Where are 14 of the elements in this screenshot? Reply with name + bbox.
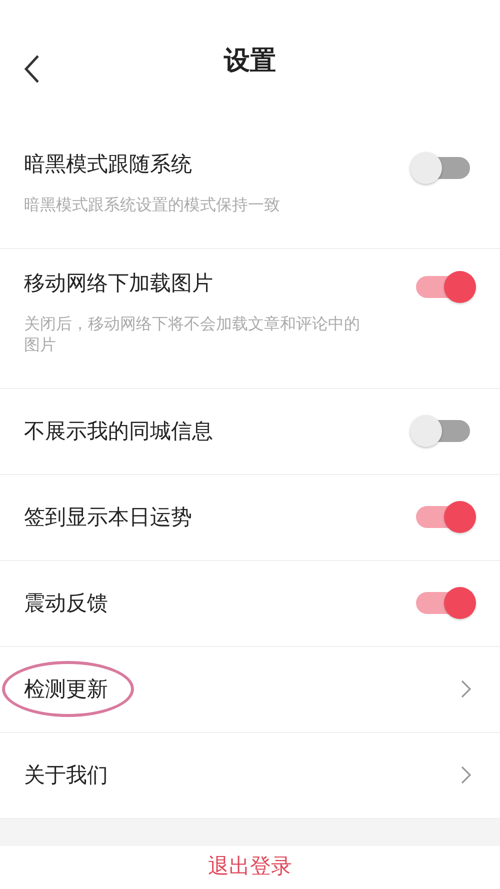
setting-label: 签到显示本日运势 (24, 504, 192, 532)
setting-label: 不展示我的同城信息 (24, 418, 213, 446)
setting-label: 震动反馈 (24, 590, 108, 618)
setting-label[interactable]: 检测更新 (24, 675, 108, 704)
back-icon[interactable] (22, 54, 42, 84)
setting-label: 移动网络下加载图片 (24, 270, 213, 297)
chevron-right-icon (460, 765, 472, 786)
setting-description: 暗黑模式跟系统设置的模式保持一致 (24, 194, 281, 216)
chevron-right-icon (460, 679, 472, 700)
page-title: 设置 (224, 44, 276, 78)
setting-label[interactable]: 关于我们 (24, 761, 108, 790)
logout-button[interactable]: 退出登录 (208, 852, 292, 880)
setting-description: 关闭后，移动网络下将不会加载文章和评论中的图片 (24, 312, 361, 356)
setting-label: 暗黑模式跟随系统 (24, 151, 192, 178)
